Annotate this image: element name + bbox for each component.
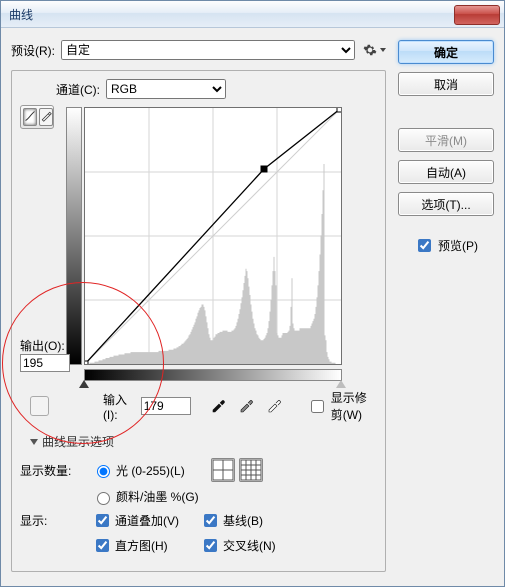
show-overlay-checkbox[interactable]: 通道叠加(V) <box>92 511 192 530</box>
dialog-title: 曲线 <box>9 6 33 23</box>
grid-simple-button[interactable] <box>211 458 235 482</box>
chevron-down-icon <box>380 48 386 52</box>
auto-button[interactable]: 自动(A) <box>398 160 494 184</box>
options-button[interactable]: 选项(T)... <box>398 192 494 216</box>
eyedropper-black-icon <box>210 397 226 416</box>
output-label: 输出(O): <box>20 337 74 354</box>
show-clipping-checkbox[interactable]: 显示修剪(W) <box>307 389 377 423</box>
pencil-tool-icon <box>40 110 52 125</box>
black-point-eyedropper[interactable] <box>209 397 227 415</box>
grid-10-icon <box>240 470 262 484</box>
gear-icon <box>361 41 379 59</box>
white-point-eyedropper[interactable] <box>265 397 283 415</box>
grid-4-icon <box>212 470 234 484</box>
close-button[interactable] <box>454 5 500 25</box>
smooth-button[interactable]: 平滑(M) <box>398 128 494 152</box>
preset-select[interactable]: 自定 <box>61 40 355 60</box>
target-adjust-tool[interactable] <box>30 396 49 416</box>
gray-point-eyedropper[interactable] <box>237 397 255 415</box>
input-field[interactable] <box>141 397 191 415</box>
amount-light-radio[interactable]: 光 (0-255)(L) <box>92 462 185 479</box>
titlebar: 曲线 <box>1 1 504 28</box>
curves-dialog: 曲线 预设(R): 自定 <box>0 0 505 587</box>
show-label: 显示: <box>20 512 84 529</box>
preview-checkbox[interactable]: 预览(P) <box>398 236 494 255</box>
show-baseline-checkbox[interactable]: 基线(B) <box>200 511 300 530</box>
input-black-slider[interactable] <box>79 380 89 388</box>
display-options-disclosure[interactable]: 曲线显示选项 <box>30 433 377 450</box>
input-gradient <box>84 369 342 381</box>
eyedropper-gray-icon <box>238 397 254 416</box>
curve-pencil-tool[interactable] <box>39 108 53 126</box>
disclosure-label: 曲线显示选项 <box>42 433 114 450</box>
show-histogram-checkbox[interactable]: 直方图(H) <box>92 536 192 555</box>
cancel-button[interactable]: 取消 <box>398 72 494 96</box>
eyedropper-white-icon <box>266 397 282 416</box>
chevron-down-icon <box>30 439 38 445</box>
preset-menu-button[interactable] <box>361 41 386 59</box>
amount-ink-radio[interactable]: 颜料/油墨 %(G) <box>92 488 199 505</box>
grid-detailed-button[interactable] <box>239 458 263 482</box>
input-white-slider[interactable] <box>336 380 346 388</box>
amount-light-label: 光 (0-255)(L) <box>116 462 185 479</box>
channel-label: 通道(C): <box>56 81 100 98</box>
show-crossline-checkbox[interactable]: 交叉线(N) <box>200 536 300 555</box>
preview-label: 预览(P) <box>438 237 478 254</box>
ok-button[interactable]: 确定 <box>398 40 494 64</box>
curve-panel: 通道(C): RGB <box>11 70 386 572</box>
amount-label: 显示数量: <box>20 462 84 479</box>
preset-label: 预设(R): <box>11 42 55 59</box>
output-field[interactable] <box>20 354 70 372</box>
show-clipping-label: 显示修剪(W) <box>331 389 377 423</box>
curve-graph[interactable] <box>84 107 342 365</box>
curve-point-tool[interactable] <box>23 108 37 126</box>
channel-select[interactable]: RGB <box>106 79 226 99</box>
curve-tool-stack <box>20 105 54 129</box>
output-gradient <box>66 107 82 365</box>
amount-ink-label: 颜料/油墨 %(G) <box>116 488 199 505</box>
curve-tool-icon <box>24 110 36 125</box>
input-label: 输入(I): <box>103 391 133 422</box>
